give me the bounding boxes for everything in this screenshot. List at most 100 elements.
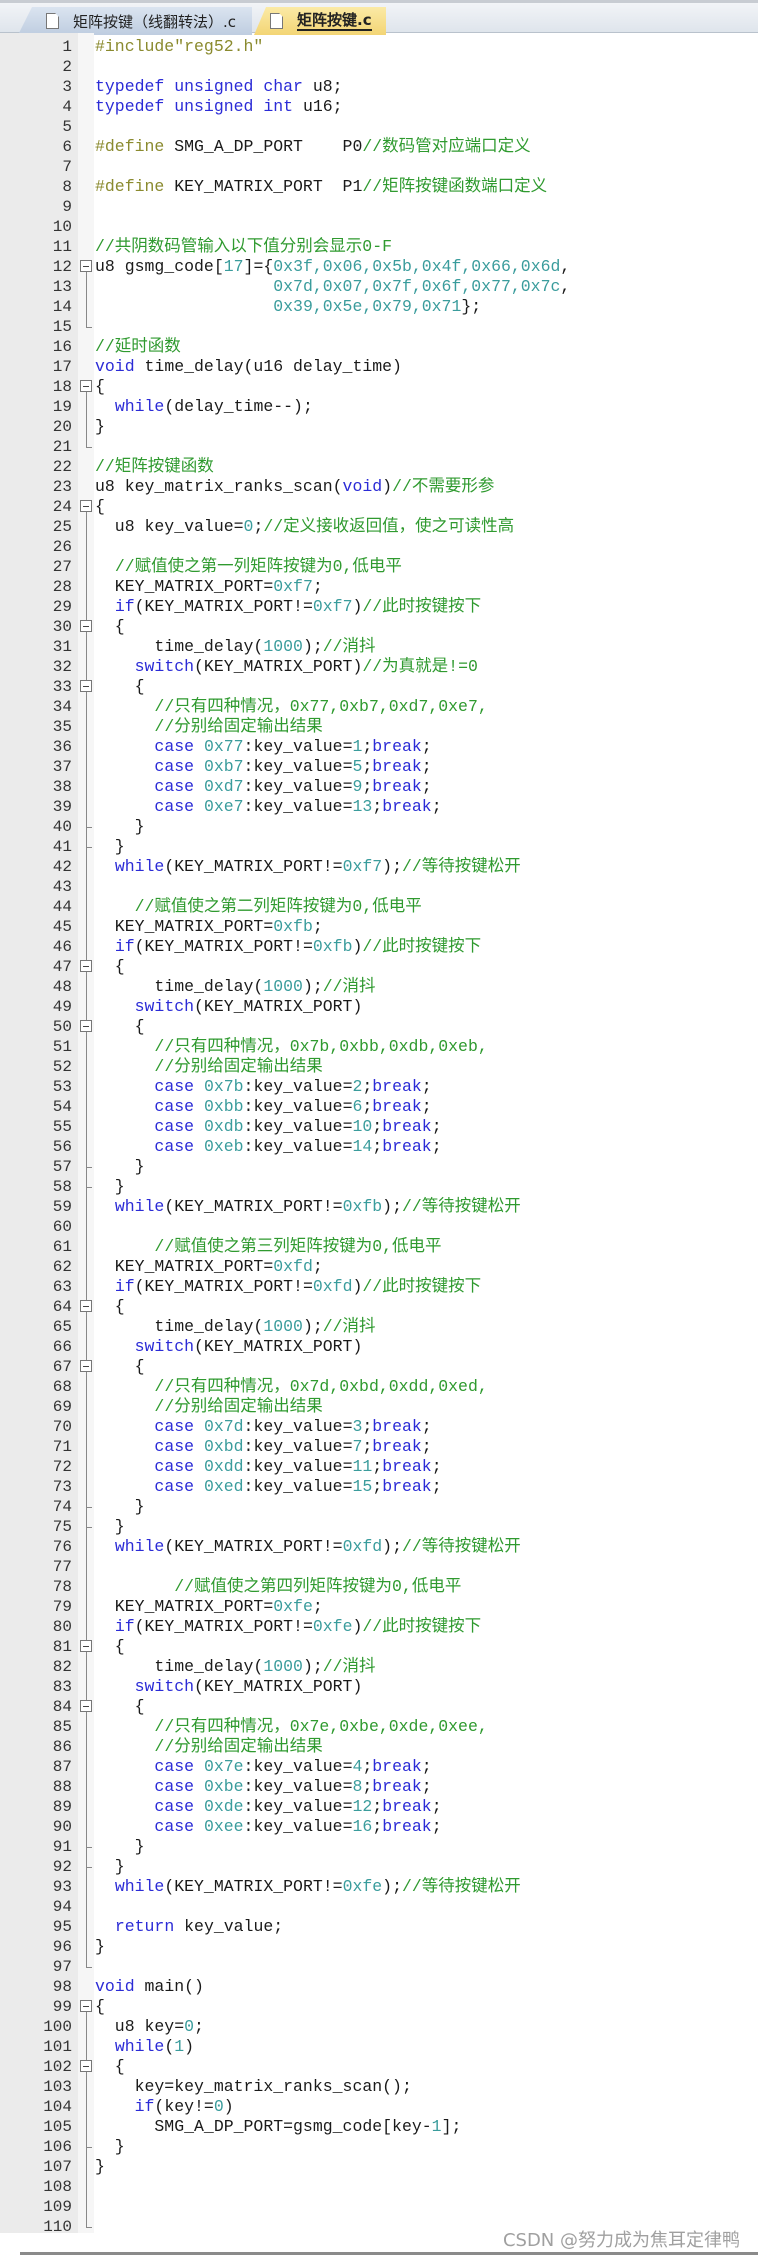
code-line[interactable]: 103 key=key_matrix_ranks_scan();: [0, 2077, 758, 2097]
fold-collapse-icon[interactable]: [80, 1017, 94, 1037]
code-line[interactable]: 16 //延时函数: [0, 337, 758, 357]
code-line[interactable]: 21: [0, 437, 758, 457]
code-line[interactable]: 32 switch(KEY_MATRIX_PORT)//为真就是!=0: [0, 657, 758, 677]
code-line[interactable]: 91 }: [0, 1837, 758, 1857]
code-line[interactable]: 79 KEY_MATRIX_PORT=0xfe;: [0, 1597, 758, 1617]
code-line[interactable]: 72 case 0xdd:key_value=11;break;: [0, 1457, 758, 1477]
code-line[interactable]: 109: [0, 2197, 758, 2217]
code-line[interactable]: 57 }: [0, 1157, 758, 1177]
code-line[interactable]: 38 case 0xd7:key_value=9;break;: [0, 777, 758, 797]
code-line[interactable]: 14 0x39,0x5e,0x79,0x71};: [0, 297, 758, 317]
code-line[interactable]: 13 0x7d,0x07,0x7f,0x6f,0x77,0x7c,: [0, 277, 758, 297]
code-line[interactable]: 11 //共阴数码管输入以下值分别会显示0-F: [0, 237, 758, 257]
code-line[interactable]: 43: [0, 877, 758, 897]
code-line[interactable]: 28 KEY_MATRIX_PORT=0xf7;: [0, 577, 758, 597]
code-line[interactable]: 34 //只有四种情况，0x77,0xb7,0xd7,0xe7,: [0, 697, 758, 717]
code-line[interactable]: 52 //分别给固定输出结果: [0, 1057, 758, 1077]
code-line[interactable]: 83 switch(KEY_MATRIX_PORT): [0, 1677, 758, 1697]
code-line[interactable]: 99 {: [0, 1997, 758, 2017]
code-line[interactable]: 54 case 0xbb:key_value=6;break;: [0, 1097, 758, 1117]
code-line[interactable]: 23 u8 key_matrix_ranks_scan(void)//不需要形参: [0, 477, 758, 497]
code-line[interactable]: 108: [0, 2177, 758, 2197]
code-line[interactable]: 10: [0, 217, 758, 237]
code-line[interactable]: 60: [0, 1217, 758, 1237]
code-line[interactable]: 41 }: [0, 837, 758, 857]
code-line[interactable]: 33 {: [0, 677, 758, 697]
code-line[interactable]: 100 u8 key=0;: [0, 2017, 758, 2037]
code-line[interactable]: 37 case 0xb7:key_value=5;break;: [0, 757, 758, 777]
fold-collapse-icon[interactable]: [80, 1997, 94, 2017]
code-line[interactable]: 92 }: [0, 1857, 758, 1877]
fold-collapse-icon[interactable]: [80, 1697, 94, 1717]
code-line[interactable]: 93 while(KEY_MATRIX_PORT!=0xfe);//等待按键松开: [0, 1877, 758, 1897]
code-line[interactable]: 88 case 0xbe:key_value=8;break;: [0, 1777, 758, 1797]
code-line[interactable]: 48 time_delay(1000);//消抖: [0, 977, 758, 997]
code-line[interactable]: 75 }: [0, 1517, 758, 1537]
code-line[interactable]: 106 }: [0, 2137, 758, 2157]
code-line[interactable]: 1 #include"reg52.h": [0, 37, 758, 57]
code-line[interactable]: 55 case 0xdb:key_value=10;break;: [0, 1117, 758, 1137]
code-line[interactable]: 40 }: [0, 817, 758, 837]
fold-collapse-icon[interactable]: [80, 1297, 94, 1317]
code-line[interactable]: 39 case 0xe7:key_value=13;break;: [0, 797, 758, 817]
fold-collapse-icon[interactable]: [80, 957, 94, 977]
code-line[interactable]: 63 if(KEY_MATRIX_PORT!=0xfd)//此时按键按下: [0, 1277, 758, 1297]
code-line[interactable]: 95 return key_value;: [0, 1917, 758, 1937]
code-line[interactable]: 50 {: [0, 1017, 758, 1037]
code-line[interactable]: 5: [0, 117, 758, 137]
code-line[interactable]: 47 {: [0, 957, 758, 977]
code-line[interactable]: 27 //赋值使之第一列矩阵按键为0,低电平: [0, 557, 758, 577]
code-line[interactable]: 70 case 0x7d:key_value=3;break;: [0, 1417, 758, 1437]
fold-collapse-icon[interactable]: [80, 257, 94, 277]
code-line[interactable]: 59 while(KEY_MATRIX_PORT!=0xfb);//等待按键松开: [0, 1197, 758, 1217]
code-line[interactable]: 9: [0, 197, 758, 217]
code-line[interactable]: 35 //分别给固定输出结果: [0, 717, 758, 737]
code-line[interactable]: 53 case 0x7b:key_value=2;break;: [0, 1077, 758, 1097]
code-line[interactable]: 56 case 0xeb:key_value=14;break;: [0, 1137, 758, 1157]
code-line[interactable]: 87 case 0x7e:key_value=4;break;: [0, 1757, 758, 1777]
code-line[interactable]: 77: [0, 1557, 758, 1577]
code-line[interactable]: 96}: [0, 1937, 758, 1957]
code-line[interactable]: 12 u8 gsmg_code[17]={0x3f,0x06,0x5b,0x4f,…: [0, 257, 758, 277]
code-line[interactable]: 62 KEY_MATRIX_PORT=0xfd;: [0, 1257, 758, 1277]
code-line[interactable]: 7: [0, 157, 758, 177]
fold-collapse-icon[interactable]: [80, 2057, 94, 2077]
code-line[interactable]: 69 //分别给固定输出结果: [0, 1397, 758, 1417]
code-line[interactable]: 42 while(KEY_MATRIX_PORT!=0xf7);//等待按键松开: [0, 857, 758, 877]
code-line[interactable]: 51 //只有四种情况，0x7b,0xbb,0xdb,0xeb,: [0, 1037, 758, 1057]
code-line[interactable]: 24 {: [0, 497, 758, 517]
code-line[interactable]: 74 }: [0, 1497, 758, 1517]
horizontal-scrollbar[interactable]: [20, 2252, 758, 2255]
code-line[interactable]: 85 //只有四种情况，0x7e,0xbe,0xde,0xee,: [0, 1717, 758, 1737]
code-line[interactable]: 105 SMG_A_DP_PORT=gsmg_code[key-1];: [0, 2117, 758, 2137]
code-line[interactable]: 29 if(KEY_MATRIX_PORT!=0xf7)//此时按键按下: [0, 597, 758, 617]
code-line[interactable]: 4 typedef unsigned int u16;: [0, 97, 758, 117]
code-line[interactable]: 66 switch(KEY_MATRIX_PORT): [0, 1337, 758, 1357]
fold-collapse-icon[interactable]: [80, 1637, 94, 1657]
code-line[interactable]: 80 if(KEY_MATRIX_PORT!=0xfe)//此时按键按下: [0, 1617, 758, 1637]
code-line[interactable]: 61 //赋值使之第三列矩阵按键为0,低电平: [0, 1237, 758, 1257]
code-line[interactable]: 20}: [0, 417, 758, 437]
code-line[interactable]: 78 //赋值使之第四列矩阵按键为0,低电平: [0, 1577, 758, 1597]
fold-collapse-icon[interactable]: [80, 377, 94, 397]
code-line[interactable]: 2: [0, 57, 758, 77]
code-line[interactable]: 68 //只有四种情况，0x7d,0xbd,0xdd,0xed,: [0, 1377, 758, 1397]
tab-matrix-key-line-flip[interactable]: 矩阵按键（线翻转法）.c: [18, 7, 252, 35]
code-line[interactable]: 86 //分别给固定输出结果: [0, 1737, 758, 1757]
code-line[interactable]: 71 case 0xbd:key_value=7;break;: [0, 1437, 758, 1457]
code-line[interactable]: 31 time_delay(1000);//消抖: [0, 637, 758, 657]
code-line[interactable]: 49 switch(KEY_MATRIX_PORT): [0, 997, 758, 1017]
code-line[interactable]: 94: [0, 1897, 758, 1917]
code-line[interactable]: 98 void main(): [0, 1977, 758, 1997]
code-line[interactable]: 3 typedef unsigned char u8;: [0, 77, 758, 97]
code-line[interactable]: 44 //赋值使之第二列矩阵按键为0,低电平: [0, 897, 758, 917]
code-line[interactable]: 6 #define SMG_A_DP_PORT P0//数码管对应端口定义: [0, 137, 758, 157]
code-line[interactable]: 65 time_delay(1000);//消抖: [0, 1317, 758, 1337]
code-line[interactable]: 8 #define KEY_MATRIX_PORT P1//矩阵按键函数端口定义: [0, 177, 758, 197]
code-line[interactable]: 26: [0, 537, 758, 557]
code-line[interactable]: 89 case 0xde:key_value=12;break;: [0, 1797, 758, 1817]
code-line[interactable]: 76 while(KEY_MATRIX_PORT!=0xfd);//等待按键松开: [0, 1537, 758, 1557]
code-line[interactable]: 58 }: [0, 1177, 758, 1197]
code-line[interactable]: 84 {: [0, 1697, 758, 1717]
code-line[interactable]: 102 {: [0, 2057, 758, 2077]
